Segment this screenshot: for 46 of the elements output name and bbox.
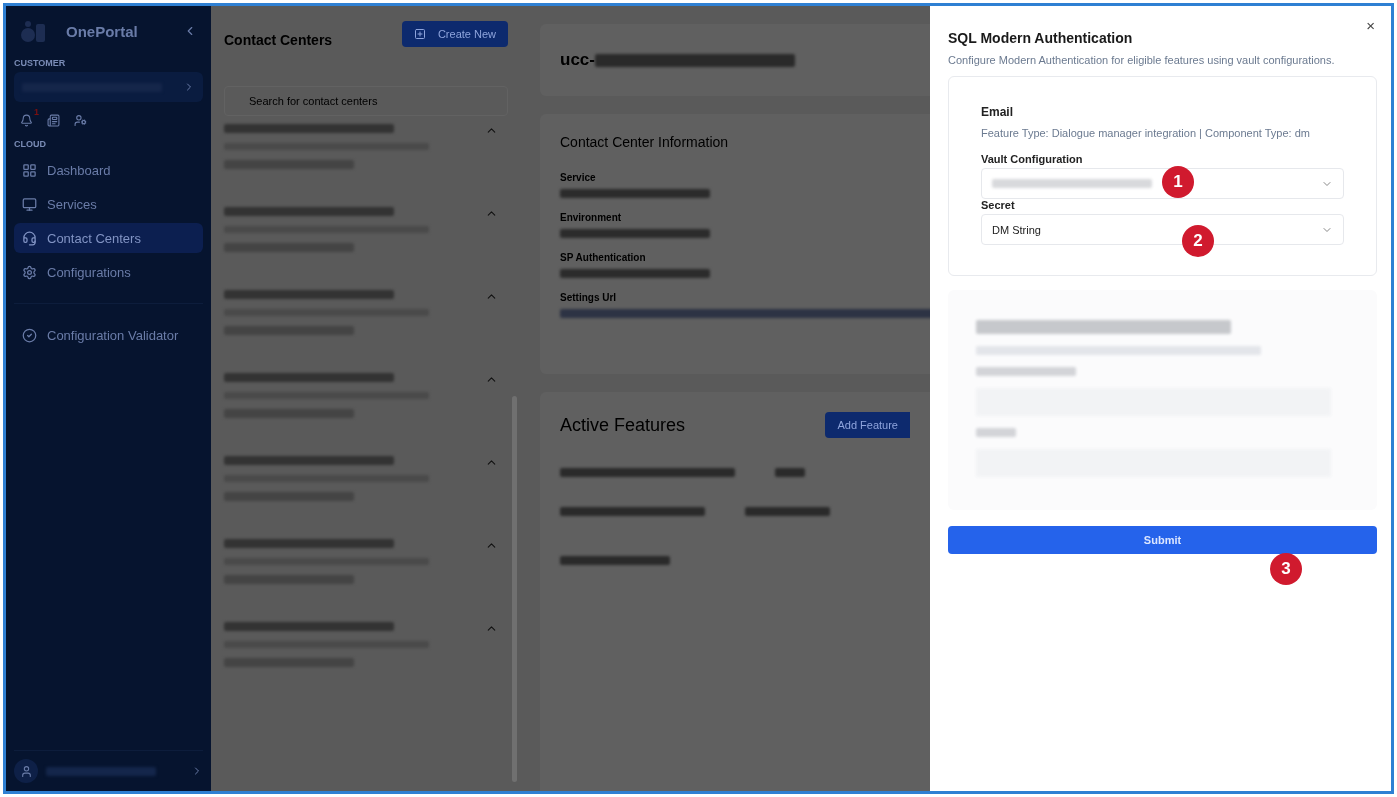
add-feature-button[interactable]: Add Feature [825, 412, 910, 438]
dialog-description: Configure Modern Authentication for eligible features using vault configurations. [948, 54, 1336, 66]
close-button[interactable]: × [1360, 16, 1381, 35]
field-label: SP Authentication [560, 252, 647, 263]
news-icon[interactable] [47, 114, 60, 127]
nav-item[interactable]: Contact Centers [14, 223, 203, 253]
logo-icon [20, 20, 46, 42]
nav-item[interactable]: Configuration Validator [14, 320, 203, 350]
step-badge: 3 [1270, 553, 1302, 585]
select-field[interactable] [981, 168, 1344, 199]
list-title: Contact Centers [224, 31, 333, 48]
avatar-icon[interactable] [14, 759, 38, 783]
monitor-icon [22, 196, 37, 212]
contact-center-title: ucc- [560, 50, 595, 70]
field-label: Service [560, 172, 597, 183]
field-label: Secret [981, 199, 1016, 211]
feature-name: Email [981, 105, 1014, 119]
blurred-text [775, 468, 805, 477]
section-label: CUSTOMER [14, 58, 67, 68]
field-label: Vault Configuration [981, 153, 1084, 165]
create-button[interactable]: Create New [401, 21, 508, 47]
section-label: CLOUD [14, 139, 47, 149]
field-label: Settings Url [560, 292, 618, 303]
nav-item[interactable]: Services [14, 189, 203, 219]
brand-name: OnePortal [66, 22, 139, 40]
user-settings-icon[interactable] [74, 114, 87, 127]
notification-count: 1 [34, 107, 39, 117]
dialog-title: SQL Modern Authentication [948, 30, 1134, 46]
gear-icon [22, 264, 37, 280]
search-field[interactable]: Search for contact centers [224, 86, 508, 116]
submit-button[interactable]: Submit [948, 526, 1377, 554]
section-title: Active Features [560, 414, 687, 436]
check-icon [22, 327, 37, 343]
user-icon [19, 764, 33, 778]
headset-icon [22, 230, 37, 246]
plus-icon [413, 28, 426, 40]
section-title: Contact Center Information [560, 134, 730, 150]
grid-icon [22, 162, 37, 178]
field-label: Environment [560, 212, 623, 223]
nav-item[interactable]: Configurations [14, 257, 203, 287]
blurred-text [976, 428, 1016, 437]
bell-icon[interactable] [20, 114, 33, 127]
step-badge: 2 [1182, 225, 1214, 257]
step-badge: 1 [1162, 166, 1194, 198]
feature-meta: Feature Type: Dialogue manager integration | Component Type: dm [981, 127, 1311, 139]
nav-item[interactable]: Dashboard [14, 155, 203, 185]
